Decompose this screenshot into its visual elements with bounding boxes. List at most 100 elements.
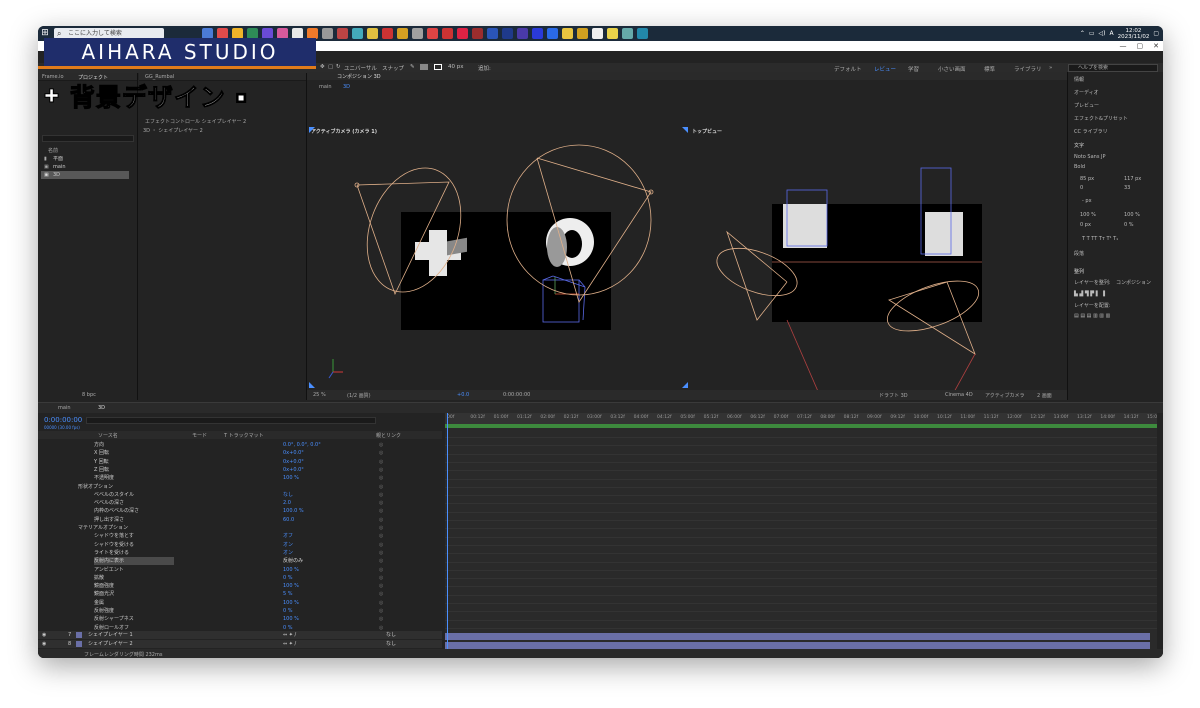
baseline-shift-value[interactable]: 0 px bbox=[1080, 222, 1091, 228]
link-icon[interactable]: ◎ bbox=[379, 458, 383, 466]
effect-controls-label[interactable]: エフェクトコントロール シェイプレイヤー 2 bbox=[145, 118, 246, 125]
draft-3d-toggle[interactable]: ドラフト 3D bbox=[879, 392, 908, 399]
taskbar-app-icon[interactable] bbox=[457, 28, 468, 39]
source-name-header[interactable]: ソース名 bbox=[98, 432, 118, 439]
timeline-tracks[interactable]: 00f 00:12f 01:00f 01:12f 02:00f 02:12f 03:00f 0… bbox=[445, 413, 1157, 649]
zoom-dropdown[interactable]: 25 % bbox=[313, 392, 326, 398]
property-row[interactable]: 金属 100 % ◎ bbox=[38, 599, 442, 607]
property-value[interactable]: オン bbox=[283, 541, 293, 549]
visibility-icon[interactable]: ◉ bbox=[42, 640, 46, 648]
mode-header[interactable]: モード bbox=[192, 432, 207, 439]
panel-cc-libraries[interactable]: CC ライブラリ bbox=[1074, 128, 1108, 135]
property-value[interactable]: オフ bbox=[283, 532, 293, 540]
property-row[interactable]: 拡散 0 % ◎ bbox=[38, 574, 442, 582]
link-icon[interactable]: ◎ bbox=[379, 574, 383, 582]
tsume-value[interactable]: 0 % bbox=[1124, 222, 1134, 228]
renderer-dropdown[interactable]: Cinema 4D bbox=[945, 392, 973, 398]
property-row[interactable]: マテリアルオプション ◎ bbox=[38, 524, 442, 532]
property-value[interactable]: 5 % bbox=[283, 590, 293, 598]
name-column-header[interactable]: 名前 bbox=[48, 147, 58, 154]
property-row[interactable]: シャドウを落とす オフ ◎ bbox=[38, 532, 442, 540]
tray-volume-icon[interactable]: ◁) bbox=[1099, 30, 1106, 37]
taskbar-app-icon[interactable] bbox=[412, 28, 423, 39]
taskbar-app-icon[interactable] bbox=[442, 28, 453, 39]
taskbar-app-icon[interactable] bbox=[337, 28, 348, 39]
playhead[interactable] bbox=[447, 413, 448, 649]
property-row[interactable]: 不透明度 100 % ◎ bbox=[38, 474, 442, 482]
layer-switches[interactable]: ⇔ ✦ / bbox=[283, 631, 296, 639]
property-row[interactable]: 方向 0.0°, 0.0°, 0.0° ◎ bbox=[38, 441, 442, 449]
taskbar-app-icon[interactable] bbox=[382, 28, 393, 39]
link-icon[interactable]: ◎ bbox=[379, 507, 383, 515]
project-item-folder[interactable]: ▮ 平面 bbox=[41, 155, 129, 163]
link-icon[interactable]: ◎ bbox=[379, 466, 383, 474]
tray-chevron-icon[interactable]: ⌃ bbox=[1080, 30, 1085, 37]
maximize-icon[interactable]: ▢ bbox=[1137, 41, 1144, 51]
property-value[interactable]: 0x+0.0° bbox=[283, 449, 304, 457]
layer-bar-2[interactable] bbox=[445, 642, 1150, 649]
link-icon[interactable]: ◎ bbox=[379, 483, 383, 491]
align-to-dropdown[interactable]: コンポジション bbox=[1116, 279, 1151, 286]
taskbar-app-icon[interactable] bbox=[397, 28, 408, 39]
property-value[interactable]: 100 % bbox=[283, 582, 299, 590]
layer-name[interactable]: シェイプレイヤー 1 bbox=[88, 631, 133, 639]
taskbar-app-icon[interactable] bbox=[562, 28, 573, 39]
link-icon[interactable]: ◎ bbox=[379, 615, 383, 623]
property-row[interactable]: 鏡面強度 100 % ◎ bbox=[38, 582, 442, 590]
visibility-icon[interactable]: ◉ bbox=[42, 631, 46, 639]
property-row[interactable]: X 回転 0x+0.0° ◎ bbox=[38, 449, 442, 457]
property-value[interactable]: なし bbox=[283, 491, 293, 499]
link-icon[interactable]: ◎ bbox=[379, 516, 383, 524]
add-menu[interactable]: 追加: bbox=[478, 64, 491, 72]
workspace-more-icon[interactable]: » bbox=[1049, 65, 1052, 71]
label-color-swatch[interactable] bbox=[76, 641, 82, 647]
project-item-main[interactable]: ▣ main bbox=[41, 163, 129, 171]
property-value[interactable]: 0x+0.0° bbox=[283, 466, 304, 474]
bit-depth[interactable]: 8 bpc bbox=[82, 392, 96, 398]
link-icon[interactable]: ◎ bbox=[379, 491, 383, 499]
taskbar-app-icon[interactable] bbox=[622, 28, 633, 39]
taskbar-app-icon[interactable] bbox=[367, 28, 378, 39]
taskbar-app-icon[interactable] bbox=[532, 28, 543, 39]
layer-row[interactable]: ◉ 7 シェイプレイヤー 1 ⇔ ✦ / なし bbox=[38, 631, 442, 640]
taskbar-app-icon[interactable] bbox=[322, 28, 333, 39]
property-value[interactable]: 0x+0.0° bbox=[283, 458, 304, 466]
panel-info[interactable]: 情報 bbox=[1074, 76, 1084, 83]
link-icon[interactable]: ◎ bbox=[379, 557, 383, 565]
layer-name[interactable]: シェイプレイヤー 2 bbox=[88, 640, 133, 648]
taskbar-clock[interactable]: 12:02 2023/11/02 bbox=[1118, 28, 1150, 40]
property-row[interactable]: 押し出す深さ 60.0 ◎ bbox=[38, 516, 442, 524]
link-icon[interactable]: ◎ bbox=[379, 541, 383, 549]
property-value[interactable]: 100.0 % bbox=[283, 507, 304, 515]
link-icon[interactable]: ◎ bbox=[379, 582, 383, 590]
font-weight-dropdown[interactable]: Bold bbox=[1074, 164, 1085, 170]
property-value[interactable]: 0 % bbox=[283, 607, 293, 615]
taskbar-app-icon[interactable] bbox=[607, 28, 618, 39]
taskbar-app-icon[interactable] bbox=[592, 28, 603, 39]
taskbar-app-icon[interactable] bbox=[472, 28, 483, 39]
stroke-size[interactable]: 40 px bbox=[448, 64, 464, 70]
tray-network-icon[interactable]: ▭ bbox=[1089, 30, 1095, 37]
quality-dropdown[interactable]: (1/2 画質) bbox=[347, 392, 371, 399]
link-icon[interactable]: ◎ bbox=[379, 599, 383, 607]
parent-link-header[interactable]: 親とリンク bbox=[376, 432, 401, 439]
paragraph-panel-title[interactable]: 段落 bbox=[1074, 250, 1084, 257]
kerning-value[interactable]: 0 bbox=[1080, 185, 1083, 191]
taskbar-app-icon[interactable] bbox=[487, 28, 498, 39]
camera-dropdown[interactable]: アクティブカメラ bbox=[985, 392, 1024, 399]
tab-3d-comp[interactable]: 3D bbox=[98, 405, 105, 411]
universal-mode[interactable]: ユニバーサル bbox=[344, 64, 377, 72]
timeline-search-input[interactable] bbox=[86, 417, 376, 424]
taskbar-app-icon[interactable] bbox=[517, 28, 528, 39]
property-row[interactable]: 形状オプション ◎ bbox=[38, 483, 442, 491]
link-icon[interactable]: ◎ bbox=[379, 449, 383, 457]
link-icon[interactable]: ◎ bbox=[379, 499, 383, 507]
taskbar-app-icon[interactable] bbox=[547, 28, 558, 39]
taskbar-app-icon[interactable] bbox=[637, 28, 648, 39]
move-tool-icon[interactable]: ✥ bbox=[320, 64, 325, 70]
rotate-tool-icon[interactable]: ↻ bbox=[336, 64, 341, 70]
horizontal-scale-value[interactable]: 100 % bbox=[1124, 212, 1140, 218]
layer-switches[interactable]: ⇔ ✦ / bbox=[283, 640, 296, 648]
font-size-value[interactable]: 85 px bbox=[1080, 176, 1094, 182]
viewer-canvas[interactable] bbox=[307, 72, 1067, 390]
